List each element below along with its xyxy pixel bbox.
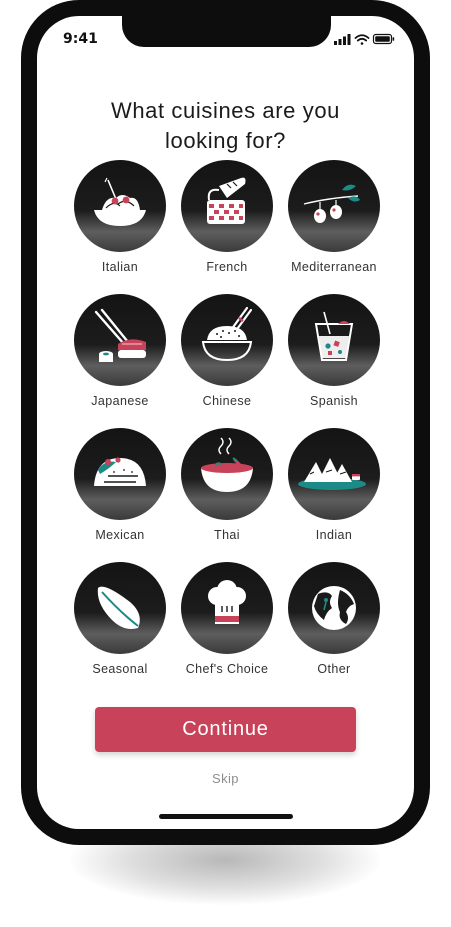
globe-icon (312, 586, 356, 630)
page-title: What cuisines are you looking for? (37, 96, 414, 156)
signal-icon (334, 34, 351, 45)
cuisine-circle (181, 294, 273, 386)
cuisine-option-seasonal[interactable]: Seasonal (64, 562, 174, 688)
cuisine-option-thai[interactable]: Thai (171, 428, 281, 554)
bread-basket-icon (207, 177, 246, 224)
cuisine-option-mexican[interactable]: Mexican (64, 428, 174, 554)
cuisine-label: Japanese (91, 394, 149, 408)
continue-button[interactable]: Continue (95, 707, 356, 752)
cuisine-option-spanish[interactable]: Spanish (278, 294, 388, 420)
cuisine-circle (181, 428, 273, 520)
soup-bowl-icon (201, 437, 253, 492)
cuisine-label: Spanish (310, 394, 358, 408)
cuisine-label: Indian (315, 528, 353, 542)
cuisine-circle (288, 428, 380, 520)
leaf-icon (97, 586, 140, 629)
notch (122, 16, 331, 47)
cuisine-circle (288, 562, 380, 654)
phone-frame: 9:41 What cuisines are you looking for? (21, 0, 430, 845)
cuisine-circle (74, 160, 166, 252)
taco-icon (94, 457, 146, 486)
sushi-chopsticks-icon (94, 308, 146, 362)
cuisine-circle (181, 160, 273, 252)
cuisine-label: Chinese (202, 394, 252, 408)
cuisine-label: Other (317, 662, 351, 676)
cuisine-label: Chef's Choice (185, 662, 269, 676)
app-screen: 9:41 What cuisines are you looking for? (37, 16, 414, 829)
cuisine-option-indian[interactable]: Indian (278, 428, 388, 554)
cuisine-circle (74, 294, 166, 386)
samosa-platter-icon (298, 458, 366, 490)
page-title-line-1: What cuisines are you (110, 98, 341, 123)
cuisine-label: Mediterranean (291, 260, 377, 274)
cuisine-label: Mexican (95, 528, 145, 542)
cuisine-option-chefs-choice[interactable]: Chef's Choice (171, 562, 281, 688)
cuisine-option-japanese[interactable]: Japanese (64, 294, 174, 420)
cuisine-option-mediterranean[interactable]: Mediterranean (278, 160, 388, 286)
cuisine-circle (74, 562, 166, 654)
cuisine-option-chinese[interactable]: Chinese (171, 294, 281, 420)
cuisine-label: Thai (214, 528, 240, 542)
skip-link[interactable]: Skip (37, 771, 414, 786)
home-indicator (159, 814, 293, 819)
status-icons (334, 33, 395, 45)
pasta-bowl-icon (94, 177, 146, 226)
cuisine-label: French (206, 260, 248, 274)
page-title-line-2: looking for? (165, 128, 286, 153)
cuisine-circle (288, 160, 380, 252)
battery-icon (372, 33, 395, 45)
rice-bowl-icon (201, 306, 253, 362)
cuisine-option-italian[interactable]: Italian (64, 160, 174, 286)
cuisine-label: Italian (101, 260, 139, 274)
cuisine-circle (288, 294, 380, 386)
cuisine-circle (181, 562, 273, 654)
cuisine-label: Seasonal (92, 662, 148, 676)
cuisine-circle (74, 428, 166, 520)
cuisine-option-other[interactable]: Other (278, 562, 388, 688)
cuisine-option-french[interactable]: French (171, 160, 281, 286)
status-time: 9:41 (63, 31, 98, 47)
chef-hat-icon (208, 580, 246, 624)
olives-icon (303, 184, 360, 223)
wifi-icon (354, 34, 370, 45)
sangria-glass-icon (314, 311, 354, 361)
